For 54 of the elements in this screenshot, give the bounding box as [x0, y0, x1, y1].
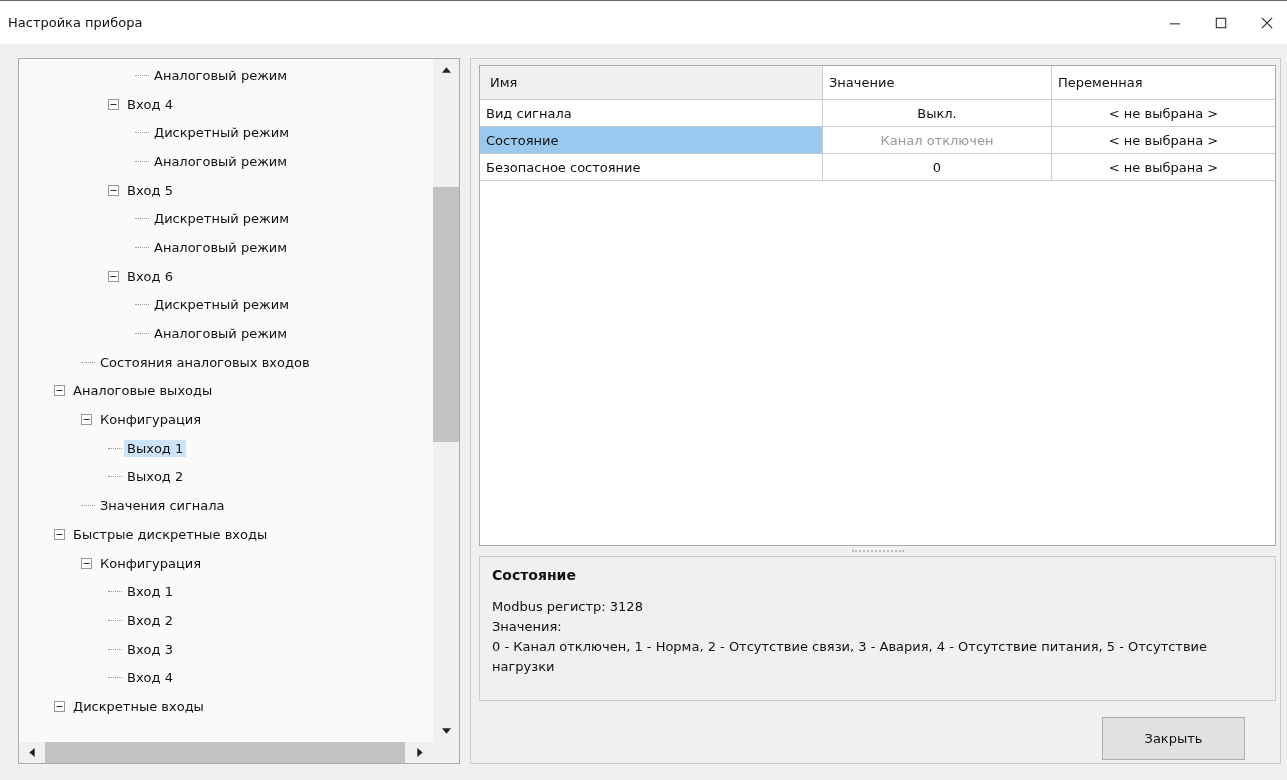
table-cell[interactable]: Безопасное состояние [480, 154, 823, 181]
tree-item[interactable]: Аналоговый режим [151, 152, 291, 170]
tree-item[interactable]: Конфигурация [97, 554, 205, 572]
table-cell[interactable]: < не выбрана > [1052, 100, 1275, 127]
table-cell[interactable]: < не выбрана > [1052, 154, 1275, 181]
maximize-icon[interactable] [1215, 16, 1227, 29]
tree-item[interactable]: Вход 2 [124, 611, 176, 629]
collapse-icon[interactable] [81, 557, 92, 569]
collapse-icon[interactable] [108, 98, 119, 110]
table-cell[interactable]: Выкл. [823, 100, 1052, 127]
description-title: Состояние [492, 567, 577, 583]
column-header[interactable]: Имя [480, 66, 823, 100]
tree-item[interactable]: Конфигурация [97, 411, 205, 429]
scroll-thumb[interactable] [433, 187, 459, 442]
description-text: Modbus регистр: 3128 [492, 598, 644, 616]
tree-item[interactable]: Вход 4 [124, 95, 176, 113]
scroll-thumb[interactable] [45, 742, 405, 763]
vertical-scrollbar[interactable] [433, 59, 459, 742]
tree-item[interactable]: Выход 2 [124, 468, 187, 486]
scroll-right-icon[interactable] [417, 748, 423, 757]
tree-item[interactable]: Значения сигнала [97, 497, 228, 515]
close-button[interactable]: Закрыть [1102, 717, 1245, 760]
collapse-icon[interactable] [54, 528, 65, 540]
tree-item[interactable]: Дискретный режим [151, 210, 292, 228]
table-cell[interactable]: 0 [823, 154, 1052, 181]
collapse-icon[interactable] [108, 270, 119, 282]
scroll-up-icon[interactable] [441, 67, 451, 73]
tree-item[interactable]: Состояния аналоговых входов [97, 353, 313, 371]
column-header[interactable]: Значение [823, 66, 1052, 100]
tree-item[interactable]: Дискретный режим [151, 296, 292, 314]
tree-item[interactable]: Аналоговый режим [151, 238, 291, 256]
tree-item[interactable]: Вход 4 [124, 669, 176, 687]
tree-item[interactable]: Дискретные входы [70, 697, 207, 715]
tree-item[interactable]: Аналоговый режим [151, 66, 291, 84]
collapse-icon[interactable] [54, 700, 65, 712]
window-title: Настройка прибора [8, 15, 143, 30]
tree-item[interactable]: Аналоговый режим [151, 325, 291, 343]
description-text: 0 - Канал отключен, 1 - Норма, 2 - Отсутствие связи, 3 - Авария, 4 - Отсутствие питания, 5 - Отсутствие нагрузки [492, 638, 1209, 676]
tree-item[interactable]: Вход 6 [124, 267, 176, 285]
collapse-icon[interactable] [81, 414, 92, 426]
tree-item[interactable]: Дискретный режим [151, 124, 292, 142]
collapse-icon[interactable] [54, 385, 65, 397]
horizontal-scrollbar[interactable] [19, 742, 459, 763]
close-icon[interactable] [1261, 16, 1273, 29]
collapse-icon[interactable] [108, 184, 119, 196]
tree-item[interactable]: Аналоговые выходы [70, 382, 216, 400]
tree-item[interactable]: Вход 3 [124, 640, 176, 658]
tree-item[interactable]: Быстрые дискретные входы [70, 525, 271, 543]
tree-item[interactable]: Выход 1 [124, 439, 187, 457]
description-text: Значения: [492, 618, 563, 636]
scroll-down-icon[interactable] [441, 728, 451, 734]
tree-item[interactable]: Вход 1 [124, 583, 176, 601]
scroll-left-icon[interactable] [29, 748, 35, 757]
tree-item[interactable]: Вход 5 [124, 181, 176, 199]
